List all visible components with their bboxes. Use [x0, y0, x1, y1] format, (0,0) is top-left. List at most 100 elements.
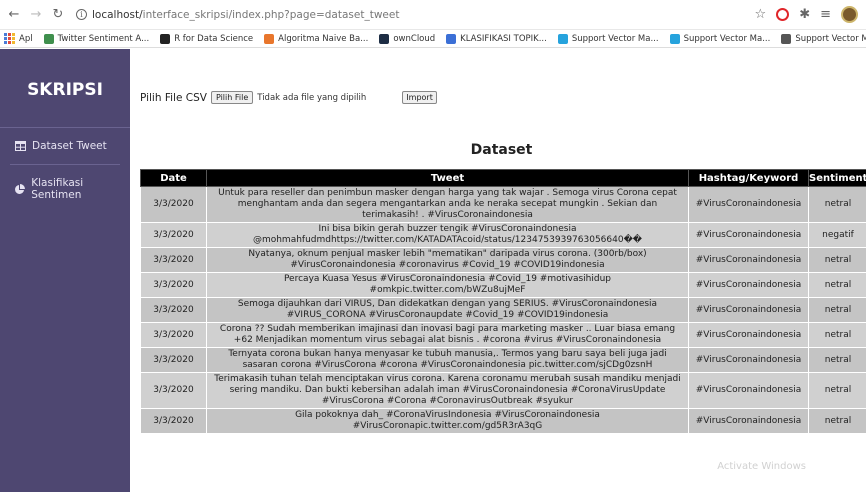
cell-date: 3/3/2020 [140, 297, 207, 323]
extensions-icon[interactable]: ✱ [799, 7, 810, 22]
cell-sentiment: netral [808, 408, 866, 434]
bookmark-label: Support Vector Ma... [795, 33, 866, 44]
forward-icon[interactable]: → [28, 7, 44, 23]
column-header-tweet: Tweet [206, 169, 689, 187]
table-row: 3/3/2020 Ternyata corona bukan hanya meny… [140, 347, 866, 373]
bookmark-favicon-icon [160, 33, 171, 44]
cell-tag: #VirusCoronaindonesia [688, 272, 809, 298]
column-header-sentiment: Sentiment [808, 169, 866, 187]
bookmark-item[interactable]: R for Data Science [160, 33, 254, 44]
bookmark-favicon-icon [557, 33, 568, 44]
cell-tweet: Ini bisa bikin gerah buzzer tengik #Viru… [206, 222, 689, 248]
cell-sentiment: negatif [808, 222, 866, 248]
info-icon[interactable]: i [76, 9, 87, 20]
main-content: Pilih File CSV Pilih File Tidak ada file… [137, 49, 866, 492]
cell-sentiment: netral [808, 372, 866, 409]
bookmarks-bar: Apl Twitter Sentiment A... R for Data Scie… [0, 30, 866, 48]
cell-sentiment: netral [808, 186, 866, 223]
cell-tag: #VirusCoronaindonesia [688, 297, 809, 323]
bookmark-favicon-icon [669, 33, 680, 44]
bookmark-item[interactable]: Twitter Sentiment A... [43, 33, 150, 44]
sidebar-item-dataset-tweet[interactable]: Dataset Tweet [0, 132, 130, 160]
cell-tweet: Ternyata corona bukan hanya menyasar ke … [206, 347, 689, 373]
table-row: 3/3/2020 Nyatanya, oknum penjual masker l… [140, 247, 866, 273]
cell-tag: #VirusCoronaindonesia [688, 322, 809, 348]
bookmark-label: KLASIFIKASI TOPIK... [460, 33, 547, 44]
table-row: 3/3/2020 Semoga dijauhkan dari VIRUS, Dan… [140, 297, 866, 323]
bookmark-label: Support Vector Ma... [683, 33, 771, 44]
back-icon[interactable]: ← [6, 7, 22, 23]
dataset-table: Date Tweet Hashtag/Keyword Sentiment 3/3… [140, 169, 866, 434]
bookmark-item[interactable]: Algoritma Naive Ba... [264, 33, 369, 44]
cell-sentiment: netral [808, 297, 866, 323]
bookmark-favicon-icon [446, 33, 457, 44]
cell-date: 3/3/2020 [140, 186, 207, 223]
activate-windows-watermark: Activate Windows [717, 461, 806, 472]
dataset-title: Dataset [470, 142, 533, 158]
bookmark-label: Twitter Sentiment A... [57, 33, 150, 44]
reload-icon[interactable]: ↻ [50, 7, 66, 23]
cell-tweet: Terimakasih tuhan telah menciptakan viru… [206, 372, 689, 409]
url-host: localhost/ [92, 8, 143, 21]
upload-label: Pilih File CSV [140, 91, 207, 104]
cell-date: 3/3/2020 [140, 322, 207, 348]
cell-date: 3/3/2020 [140, 272, 207, 298]
profile-avatar[interactable] [841, 6, 858, 23]
bookmark-label: ownCloud [393, 33, 436, 44]
bookmark-item[interactable]: KLASIFIKASI TOPIK... [446, 33, 547, 44]
bookmark-item[interactable]: Support Vector Ma... [669, 33, 771, 44]
table-row: 3/3/2020 Ini bisa bikin gerah buzzer teng… [140, 222, 866, 248]
bookmark-label: Algoritma Naive Ba... [278, 33, 369, 44]
table-header-row: Date Tweet Hashtag/Keyword Sentiment [140, 169, 866, 187]
cell-date: 3/3/2020 [140, 222, 207, 248]
column-header-hashtag: Hashtag/Keyword [688, 169, 809, 187]
cell-tweet: Untuk para reseller dan penimbun masker … [206, 186, 689, 223]
bookmark-item[interactable]: ownCloud [379, 33, 436, 44]
bookmark-item[interactable]: Support Vector Ma... [557, 33, 659, 44]
bookmark-item[interactable]: Support Vector Ma... [781, 33, 866, 44]
cell-tweet: Nyatanya, oknum penjual masker lebih "me… [206, 247, 689, 273]
table-icon [14, 140, 26, 152]
cell-tag: #VirusCoronaindonesia [688, 186, 809, 223]
bookmark-label: R for Data Science [174, 33, 254, 44]
url-path: interface_skripsi/index.php?page=dataset… [142, 8, 400, 21]
apps-grid-icon [4, 33, 15, 44]
cell-tag: #VirusCoronaindonesia [688, 222, 809, 248]
import-button[interactable]: Import [402, 91, 437, 104]
cell-sentiment: netral [808, 322, 866, 348]
csv-upload-form: Pilih File CSV Pilih File Tidak ada file… [140, 91, 437, 104]
bookmark-favicon-icon [379, 33, 390, 44]
brand-title: SKRIPSI [0, 53, 130, 128]
browser-toolbar: ← → ↻ i localhost/interface_skripsi/inde… [0, 0, 866, 30]
bookmark-favicon-icon [43, 33, 54, 44]
bookmark-favicon-icon [264, 33, 275, 44]
cell-date: 3/3/2020 [140, 408, 207, 434]
cell-sentiment: netral [808, 247, 866, 273]
table-row: 3/3/2020 Gila pokoknya dah_ #CoronaVirusI… [140, 408, 866, 434]
cell-tweet: Percaya Kuasa Yesus #VirusCoronaindonesi… [206, 272, 689, 298]
opera-icon[interactable] [776, 8, 790, 21]
bookmark-label: Apl [19, 33, 33, 44]
cell-tag: #VirusCoronaindonesia [688, 408, 809, 434]
sidebar-divider [10, 164, 120, 165]
choose-file-button[interactable]: Pilih File [210, 91, 254, 104]
table-row: 3/3/2020 Percaya Kuasa Yesus #VirusCorona… [140, 272, 866, 298]
cell-date: 3/3/2020 [140, 347, 207, 373]
address-bar[interactable]: i localhost/interface_skripsi/index.php?… [72, 4, 755, 26]
url-text: localhost/interface_skripsi/index.php?pa… [92, 9, 399, 21]
bookmark-item[interactable]: Apl [4, 33, 33, 44]
cell-tag: #VirusCoronaindonesia [688, 347, 809, 373]
cell-sentiment: netral [808, 272, 866, 298]
no-file-text: Tidak ada file yang dipilih [257, 92, 367, 103]
cell-tweet: Corona ?? Sudah memberikan imajinasi dan… [206, 322, 689, 348]
bookmark-label: Support Vector Ma... [571, 33, 659, 44]
cell-date: 3/3/2020 [140, 372, 207, 409]
playlist-icon[interactable]: ≡ [820, 7, 831, 22]
table-row: 3/3/2020 Terimakasih tuhan telah mencipta… [140, 372, 866, 409]
sidebar-item-label: Dataset Tweet [32, 140, 107, 152]
table-row: 3/3/2020 Untuk para reseller dan penimbun… [140, 186, 866, 223]
sidebar-item-klasifikasi-sentimen[interactable]: Klasifikasi Sentimen [0, 169, 130, 209]
cell-tag: #VirusCoronaindonesia [688, 247, 809, 273]
bookmark-favicon-icon [781, 33, 792, 44]
star-icon[interactable]: ☆ [755, 7, 767, 22]
